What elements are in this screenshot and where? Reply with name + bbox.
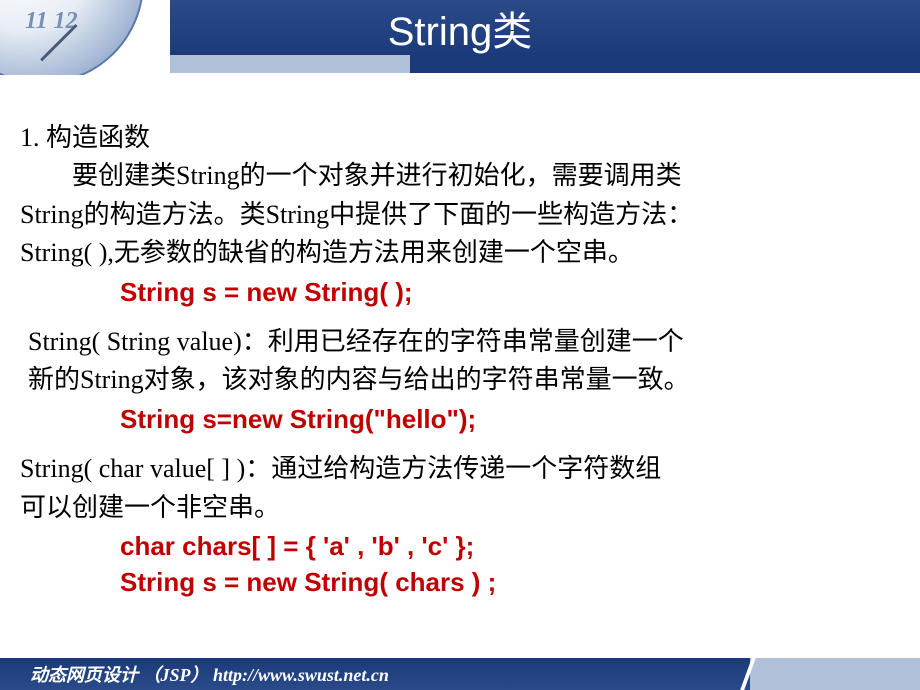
section-heading: 1. 构造函数 <box>20 120 900 156</box>
footer-right-block <box>750 658 920 690</box>
ctor3-line-1: String( char value[ ] )：通过给构造方法传递一个字符数组 <box>20 451 900 487</box>
intro-line-1: 要创建类String的一个对象并进行初始化，需要调用类 <box>20 158 900 194</box>
ctor3-line-2: 可以创建一个非空串。 <box>20 490 900 526</box>
ctor2-line-2: 新的String对象，该对象的内容与给出的字符串常量一致。 <box>20 362 900 398</box>
header-band: 11 12 String类 <box>0 0 920 75</box>
footer-bar: 动态网页设计 （JSP） http://www.swust.net.cn <box>0 658 920 690</box>
ctor1-code: String s = new String( ); <box>20 274 900 310</box>
ctor1-desc: String( ),无参数的缺省的构造方法用来创建一个空串。 <box>20 235 900 271</box>
ctor2-code: String s=new String("hello"); <box>20 401 900 437</box>
title-bar: String类 <box>170 0 920 55</box>
footer-text: 动态网页设计 （JSP） http://www.swust.net.cn <box>30 661 389 687</box>
sub-bar-light <box>170 55 410 73</box>
sub-header-bar <box>0 55 920 73</box>
ctor3-code-2: String s = new String( chars ) ; <box>20 564 900 600</box>
ctor2-line-1: String( String value)：利用已经存在的字符串常量创建一个 <box>20 324 900 360</box>
ctor3-code-1: char chars[ ] = { 'a' , 'b' , 'c' }; <box>20 528 900 564</box>
page-title: String类 <box>388 0 533 57</box>
intro-line-2: String的构造方法。类String中提供了下面的一些构造方法： <box>20 197 900 233</box>
sub-bar-left <box>0 55 170 73</box>
sub-bar-dark <box>410 55 920 73</box>
content-body: 1. 构造函数 要创建类String的一个对象并进行初始化，需要调用类 Stri… <box>20 120 900 601</box>
